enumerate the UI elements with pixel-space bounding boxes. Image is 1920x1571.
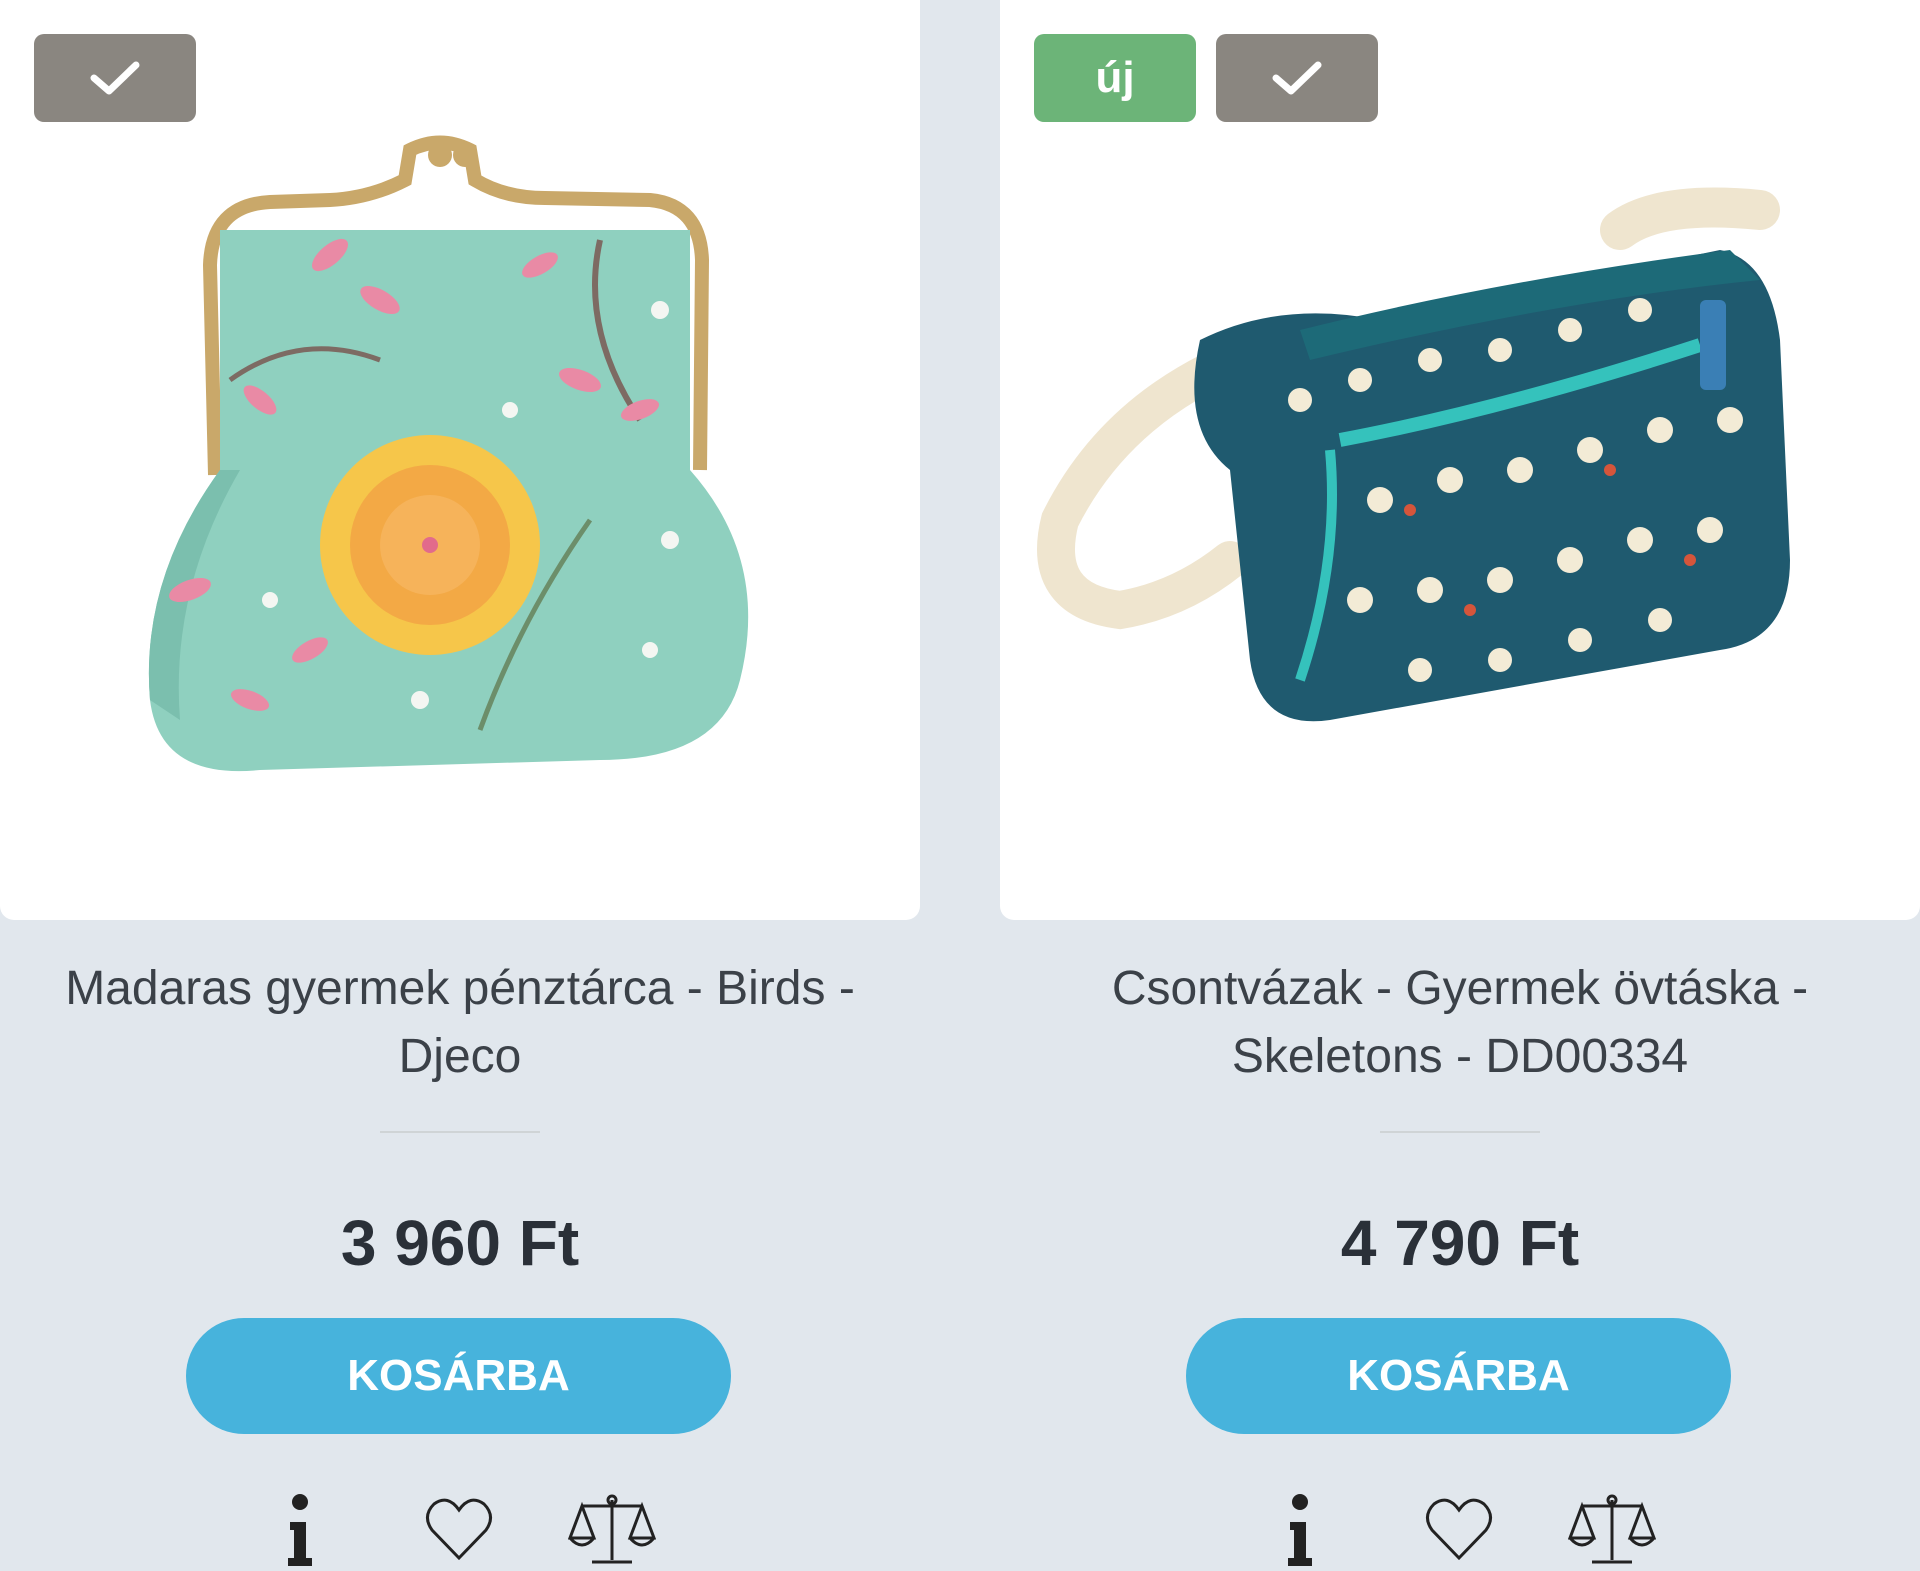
product-title-line[interactable]: Madaras gyermek pénztárca - Birds -	[0, 955, 920, 1023]
heart-icon[interactable]	[424, 1490, 494, 1571]
product-title-line[interactable]: Djeco	[0, 1023, 920, 1091]
in-stock-badge	[34, 34, 196, 122]
info-icon[interactable]	[286, 1490, 314, 1571]
product-actions	[0, 1490, 920, 1571]
add-to-cart-button[interactable]: KOSÁRBA	[186, 1318, 731, 1434]
add-to-cart-button[interactable]: KOSÁRBA	[1186, 1318, 1731, 1434]
check-icon	[1272, 61, 1322, 95]
new-badge: új	[1034, 34, 1196, 122]
check-icon	[90, 61, 140, 95]
in-stock-badge	[1216, 34, 1378, 122]
product-title[interactable]: Csontvázak - Gyermek övtáska - Skeletons…	[1000, 955, 1920, 1091]
belt-bag-image[interactable]	[1000, 0, 1920, 920]
product-image-container[interactable]	[0, 0, 920, 920]
divider	[380, 1131, 540, 1133]
heart-icon[interactable]	[1424, 1490, 1494, 1571]
divider	[1380, 1131, 1540, 1133]
product-title-line[interactable]: Csontvázak - Gyermek övtáska -	[1000, 955, 1920, 1023]
badge-group: új	[1034, 34, 1378, 122]
product-title-line[interactable]: Skeletons - DD00334	[1000, 1023, 1920, 1091]
coin-purse-image[interactable]	[0, 0, 920, 920]
product-card[interactable]: Madaras gyermek pénztárca - Birds - Djec…	[0, 0, 920, 1571]
compare-scale-icon[interactable]	[568, 1490, 656, 1571]
product-title[interactable]: Madaras gyermek pénztárca - Birds - Djec…	[0, 955, 920, 1091]
product-card[interactable]: új Csontvázak - Gyermek övtáska - Skelet…	[1000, 0, 1920, 1571]
product-price: 3 960 Ft	[340, 1207, 580, 1279]
badge-group	[34, 34, 196, 122]
info-icon[interactable]	[1286, 1490, 1314, 1571]
product-image-container[interactable]: új	[1000, 0, 1920, 920]
product-actions	[1000, 1490, 1920, 1571]
compare-scale-icon[interactable]	[1568, 1490, 1656, 1571]
product-price: 4 790 Ft	[1340, 1207, 1580, 1279]
